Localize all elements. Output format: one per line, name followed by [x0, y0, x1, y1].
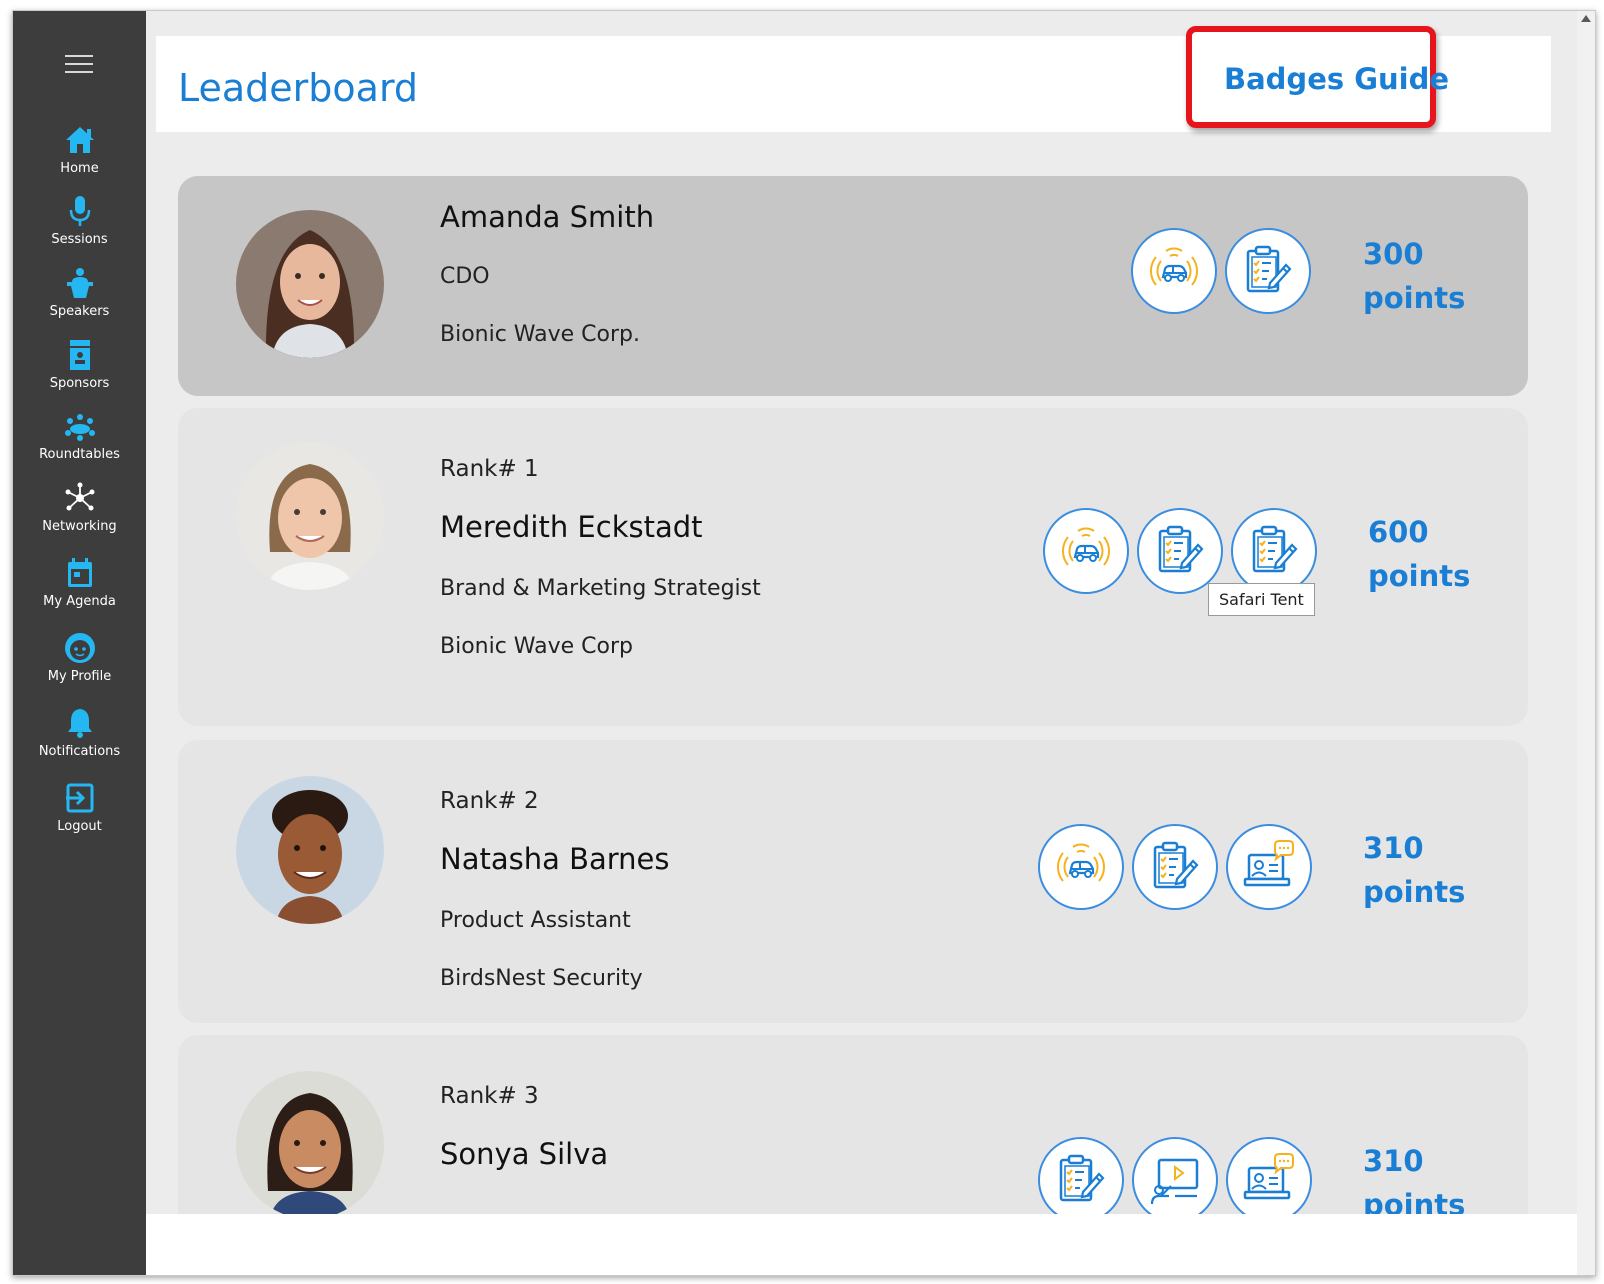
network-icon [65, 482, 94, 511]
bell-icon [67, 709, 92, 738]
sponsor-booth-icon [69, 340, 90, 370]
sidebar-item-roundtables[interactable]: Roundtables [13, 409, 146, 462]
app-window: Home Sessions Speakers Sponsors Roundtab… [12, 10, 1596, 1276]
user-info: Amanda Smith CDO Bionic Wave Corp. [440, 200, 654, 347]
calendar-icon [67, 558, 92, 587]
checklist-badge-icon[interactable] [1231, 508, 1317, 594]
sidebar-item-label: Sessions [51, 232, 108, 247]
user-company: Bionic Wave Corp [440, 634, 634, 659]
sidebar-item-label: Notifications [38, 744, 121, 759]
home-icon [65, 127, 94, 153]
sidebar-item-label: Home [60, 161, 99, 176]
sidebar-item-label: My Profile [47, 669, 112, 684]
points-value: 600 [1368, 515, 1429, 549]
sidebar-item-sponsors[interactable]: Sponsors [13, 338, 146, 391]
checklist-badge-icon[interactable] [1038, 1137, 1124, 1214]
profile-face-icon [64, 633, 95, 663]
car-badge-icon[interactable] [1131, 228, 1217, 314]
sidebar-item-label: Speakers [49, 304, 110, 319]
user-info: Rank# 3 Sonya Silva [440, 1083, 608, 1203]
car-badge-icon[interactable] [1038, 824, 1124, 910]
sidebar-item-label: Networking [42, 519, 117, 534]
sidebar-item-sessions[interactable]: Sessions [13, 194, 146, 247]
points-unit: points [1363, 875, 1466, 909]
checklist-badge-icon[interactable] [1225, 228, 1311, 314]
current-user-card: Amanda Smith CDO Bionic Wave Corp. 300 p… [178, 176, 1528, 396]
points-display: 300 points [1363, 232, 1465, 320]
leaderboard-row: Rank# 2 Natasha Barnes Product Assistant… [178, 740, 1528, 1023]
avatar [236, 442, 384, 590]
hamburger-menu-icon[interactable] [65, 55, 93, 77]
badge-tooltip: Safari Tent [1208, 583, 1315, 616]
leaderboard-row: Rank# 1 Meredith Eckstadt Brand & Market… [178, 408, 1528, 726]
user-title: Product Assistant [440, 908, 631, 933]
sidebar-item-label: Roundtables [39, 447, 120, 462]
microphone-icon [69, 196, 90, 226]
avatar [236, 210, 384, 358]
sidebar-item-my-profile[interactable]: My Profile [13, 631, 146, 684]
user-title: Brand & Marketing Strategist [440, 576, 761, 601]
laptop-chat-badge-icon[interactable] [1226, 824, 1312, 910]
avatar [236, 776, 384, 924]
user-company: Bionic Wave Corp. [440, 322, 641, 347]
laptop-chat-badge-icon[interactable] [1226, 1137, 1312, 1214]
checklist-badge-icon[interactable] [1132, 824, 1218, 910]
page-header: Leaderboard Badges Guide [156, 26, 1551, 132]
roundtable-icon [64, 414, 95, 441]
user-title: CDO [440, 264, 490, 289]
scroll-up-arrow-icon[interactable] [1581, 15, 1591, 22]
leaderboard-scroll-area[interactable]: Leaderboard Badges Guide Amanda Smith CD… [146, 11, 1586, 1214]
user-name: Natasha Barnes [440, 842, 670, 876]
sidebar-item-label: Logout [57, 819, 102, 834]
points-unit: points [1363, 281, 1466, 315]
sidebar-item-logout[interactable]: Logout [13, 781, 146, 834]
sidebar-item-label: My Agenda [43, 594, 116, 609]
vertical-scrollbar[interactable] [1577, 11, 1595, 1275]
sidebar-item-my-agenda[interactable]: My Agenda [13, 556, 146, 609]
car-badge-icon[interactable] [1043, 508, 1129, 594]
points-unit: points [1368, 559, 1471, 593]
speaker-podium-icon [66, 268, 93, 298]
sidebar: Home Sessions Speakers Sponsors Roundtab… [13, 11, 146, 1275]
badges-guide-button[interactable]: Badges Guide [1186, 26, 1449, 128]
bottom-strip [146, 1214, 1595, 1275]
main-content: Leaderboard Badges Guide Amanda Smith CD… [146, 11, 1595, 1275]
badges-guide-label: Badges Guide [1224, 62, 1450, 96]
sidebar-item-networking[interactable]: Networking [13, 481, 146, 534]
page-title: Leaderboard [178, 66, 419, 110]
points-value: 310 [1363, 831, 1424, 865]
logout-icon [65, 783, 93, 813]
points-value: 300 [1363, 237, 1424, 271]
rank-label: Rank# 2 [440, 788, 539, 814]
user-info: Rank# 2 Natasha Barnes Product Assistant… [440, 788, 670, 991]
points-unit: points [1363, 1188, 1466, 1214]
user-name: Meredith Eckstadt [440, 510, 703, 544]
points-display: 310 points [1363, 826, 1465, 914]
rank-label: Rank# 1 [440, 456, 539, 482]
rank-label: Rank# 3 [440, 1083, 539, 1109]
points-display: 310 points [1363, 1139, 1465, 1214]
checklist-badge-icon[interactable] [1137, 508, 1223, 594]
sidebar-item-home[interactable]: Home [13, 123, 146, 176]
sidebar-item-label: Sponsors [49, 376, 110, 391]
points-value: 310 [1363, 1144, 1424, 1178]
sidebar-item-notifications[interactable]: Notifications [13, 706, 146, 759]
user-name: Amanda Smith [440, 200, 655, 234]
avatar [236, 1071, 384, 1214]
user-name: Sonya Silva [440, 1137, 609, 1171]
presentation-badge-icon[interactable] [1132, 1137, 1218, 1214]
sidebar-item-speakers[interactable]: Speakers [13, 266, 146, 319]
points-display: 600 points [1368, 510, 1470, 598]
user-info: Rank# 1 Meredith Eckstadt Brand & Market… [440, 456, 761, 659]
user-company: BirdsNest Security [440, 966, 643, 991]
leaderboard-row: Rank# 3 Sonya Silva 310 points [178, 1035, 1528, 1214]
